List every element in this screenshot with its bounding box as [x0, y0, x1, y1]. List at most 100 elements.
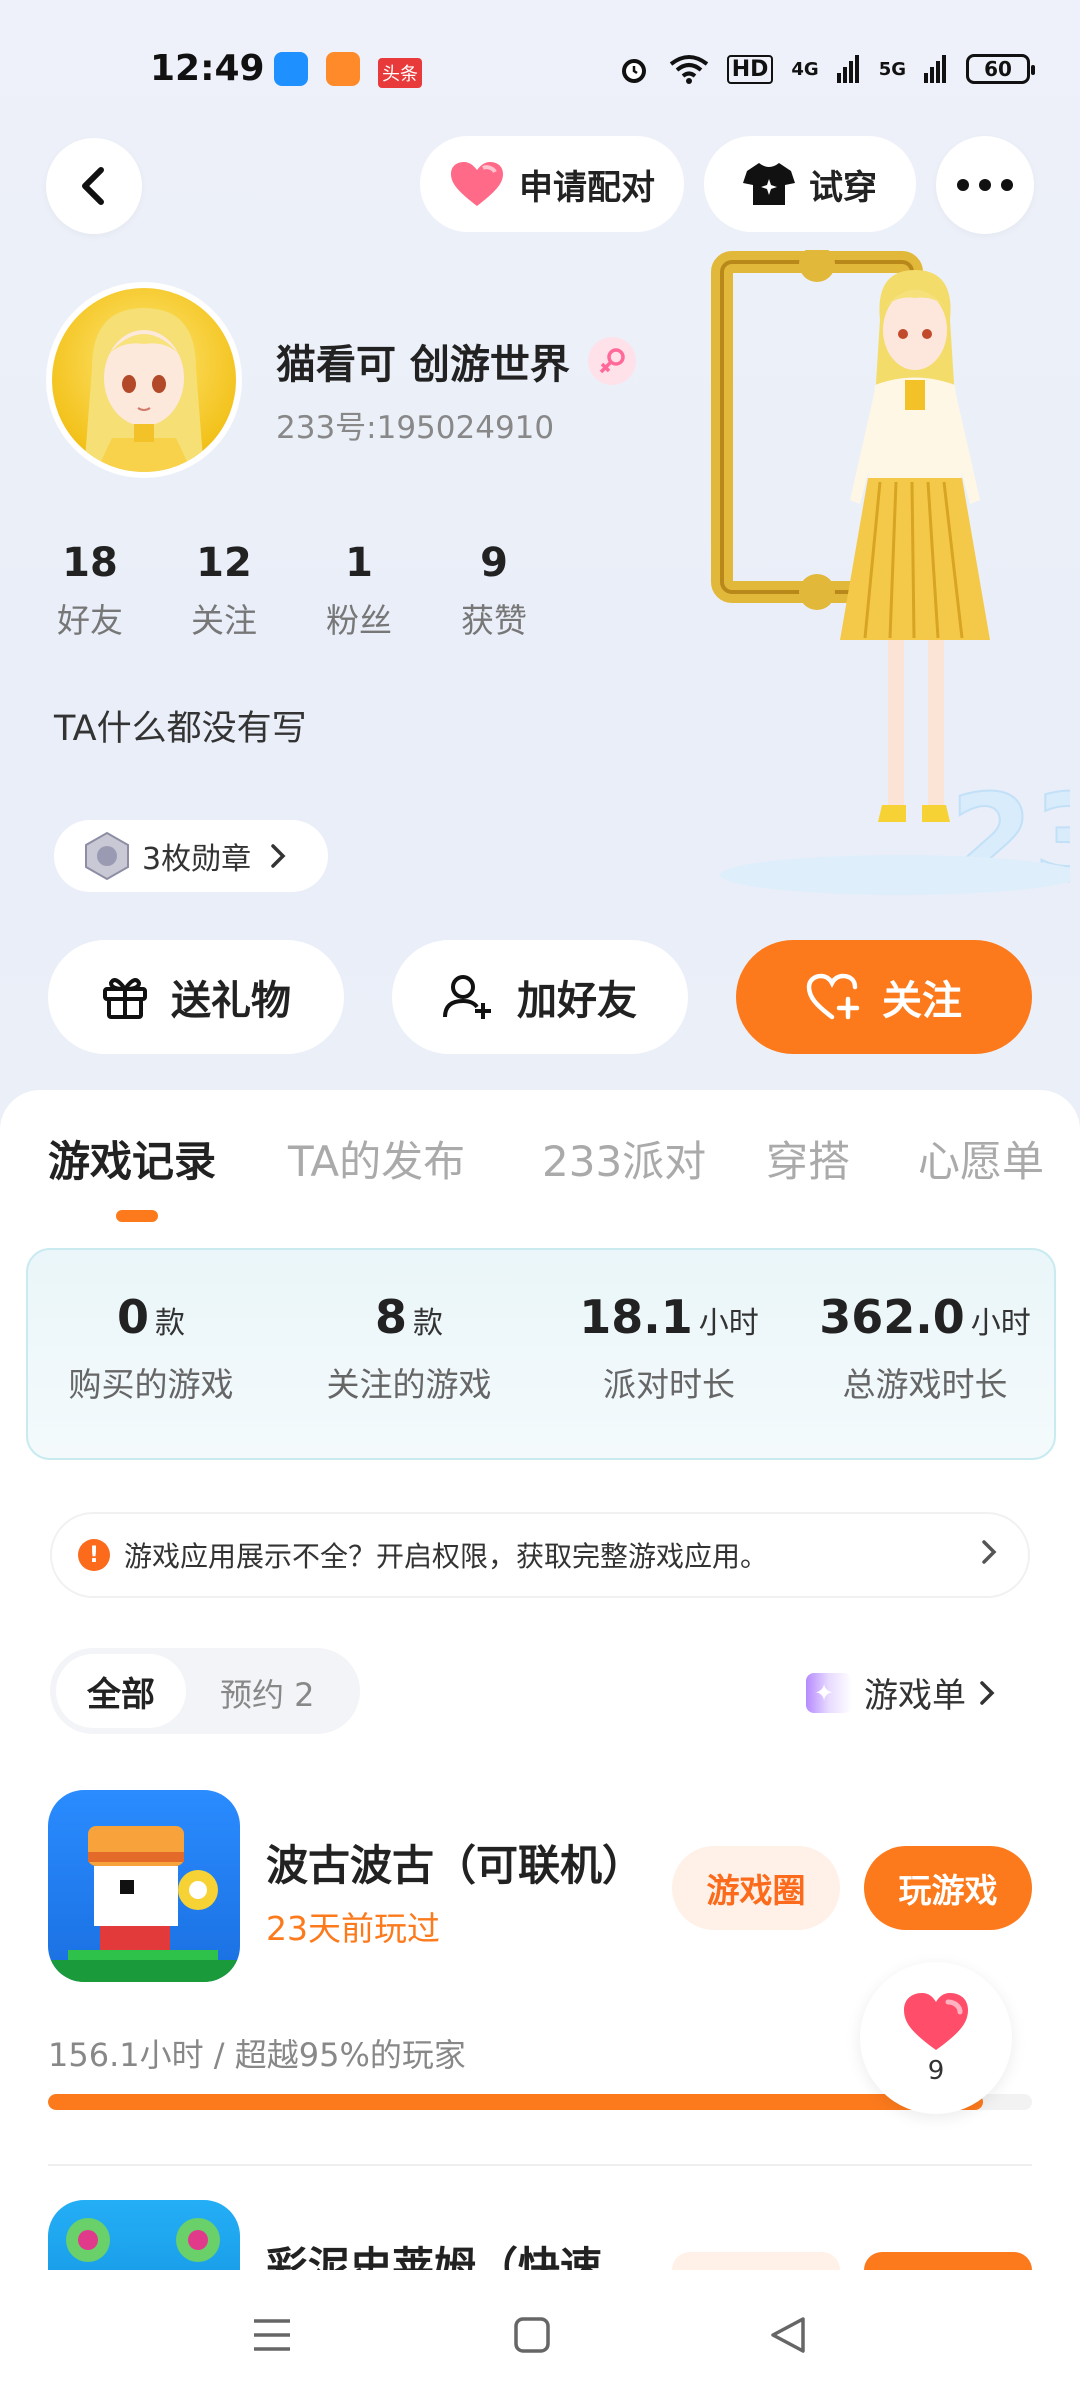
- sparkle-icon: ✦: [806, 1672, 852, 1713]
- game-icon-image: [66, 2218, 220, 2262]
- game-last-played: 23天前玩过: [266, 1909, 440, 1948]
- back-triangle-icon: [771, 2317, 805, 2353]
- filter-reserved[interactable]: 预约 2: [220, 1670, 315, 1716]
- stat-unit: 款: [413, 1306, 443, 1341]
- permission-notice[interactable]: ! 游戏应用展示不全？开启权限，获取完整游戏应用。: [50, 1512, 1030, 1598]
- stat-value: 9: [480, 540, 508, 586]
- match-label: 申请配对: [519, 167, 655, 208]
- gift-icon: [103, 978, 147, 1019]
- home-square-icon: [514, 2317, 550, 2353]
- play-game-button[interactable]: 玩游戏: [864, 1846, 1032, 1930]
- tab-game-records[interactable]: 游戏记录: [48, 1128, 216, 1189]
- nav-menu-button[interactable]: [242, 2310, 302, 2360]
- play-game-button[interactable]: [864, 2252, 1032, 2270]
- stat-likes[interactable]: 9 获赞: [434, 540, 554, 642]
- chevron-right-icon: [980, 1680, 995, 1705]
- stat-value: 8: [374, 1290, 407, 1344]
- send-gift-button[interactable]: 送礼物: [48, 940, 344, 1054]
- stat-label: 关注的游戏: [326, 1365, 492, 1404]
- stat-following[interactable]: 12 关注: [164, 540, 284, 642]
- network-4g: 4G: [791, 58, 819, 80]
- tab-ta-posts[interactable]: TA的发布: [288, 1128, 465, 1189]
- tab-outfits[interactable]: 穿搭: [766, 1128, 850, 1189]
- profile-name-row: 猫看可 创游世界: [276, 332, 636, 390]
- status-bar: 12:49 头条 HD 4G 5G 60: [0, 0, 1080, 130]
- notification-app-icon: [274, 52, 308, 86]
- playtime-progress-fill: [48, 2094, 983, 2110]
- hd-indicator: HD: [726, 54, 774, 84]
- follow-button[interactable]: 关注: [736, 940, 1032, 1054]
- stat-label: 粉丝: [326, 601, 392, 640]
- network-5g: 5G: [878, 58, 906, 80]
- send-gift-label: 送礼物: [171, 978, 291, 1024]
- like-button[interactable]: 9: [860, 1962, 1012, 2114]
- more-horizontal-icon: [957, 179, 1013, 191]
- stat-label: 总游戏时长: [842, 1365, 1008, 1404]
- stat-label: 购买的游戏: [68, 1365, 234, 1404]
- female-icon: [587, 337, 636, 385]
- game-list-label: 游戏单: [864, 1676, 966, 1716]
- stat-value-row: 18.1 小时: [544, 1290, 794, 1344]
- stat-purchased-games: 0款 购买的游戏: [26, 1290, 276, 1406]
- warning-icon: !: [78, 1539, 110, 1571]
- tshirt-icon: [743, 163, 795, 205]
- nav-back-button[interactable]: [758, 2310, 818, 2360]
- back-button[interactable]: [46, 138, 142, 234]
- tab-wishlist[interactable]: 心愿单: [918, 1128, 1044, 1189]
- medal-button[interactable]: 3枚勋章: [54, 820, 328, 892]
- try-on-button[interactable]: 试穿: [704, 136, 916, 232]
- menu-icon: [254, 2319, 290, 2351]
- medal-icon: [85, 831, 129, 881]
- avatar-image: [84, 308, 204, 472]
- stat-friends[interactable]: 18 好友: [30, 540, 150, 642]
- playtime-progress: [48, 2094, 1032, 2110]
- more-button[interactable]: [936, 136, 1034, 234]
- notification-app-icon: [326, 52, 360, 86]
- stat-value: 362.0: [819, 1290, 965, 1344]
- follow-label: 关注: [882, 978, 962, 1024]
- add-user-icon: [443, 975, 491, 1019]
- tab-indicator: [116, 1210, 158, 1222]
- match-button[interactable]: 申请配对: [420, 136, 684, 232]
- game-playtime-stat: 156.1小时 / 超越95%的玩家: [48, 2036, 466, 2074]
- game-list-link[interactable]: ✦ 游戏单: [806, 1668, 996, 1717]
- stat-value: 18.1: [579, 1290, 693, 1344]
- stat-fans[interactable]: 1 粉丝: [299, 540, 419, 642]
- battery-icon: 60: [966, 54, 1035, 84]
- game-icon[interactable]: [48, 1790, 240, 1982]
- notice-text: 游戏应用展示不全？开启权限，获取完整游戏应用。: [124, 1540, 769, 1573]
- game-title: 波古波古（可联机）: [266, 1841, 645, 1890]
- status-time: 12:49: [150, 48, 265, 89]
- avatar[interactable]: [46, 282, 242, 478]
- bio-text: TA什么都没有写: [54, 709, 307, 749]
- stat-unit: 款: [155, 1306, 185, 1341]
- heart-plus-icon: [806, 973, 860, 1020]
- signal-icon: [924, 55, 946, 83]
- stat-value-row: 0款: [26, 1290, 276, 1344]
- stat-label: 派对时长: [603, 1365, 735, 1404]
- heart-icon: [904, 1993, 968, 2050]
- game-icon-image: [48, 1826, 240, 1982]
- signal-icon: [836, 55, 859, 83]
- game-icon[interactable]: [48, 2200, 240, 2270]
- game-circle-button[interactable]: 游戏圈: [672, 1846, 840, 1930]
- game-circle-button[interactable]: [672, 2252, 840, 2270]
- tab-233-party[interactable]: 233派对: [542, 1128, 706, 1189]
- stat-party-hours: 18.1 小时 派对时长: [544, 1290, 794, 1406]
- stat-label: 好友: [57, 601, 123, 640]
- game-title: 彩泥史莱姆（快速: [266, 2244, 603, 2270]
- stat-value: 0: [116, 1290, 149, 1344]
- filter-all[interactable]: 全部: [56, 1654, 186, 1728]
- wifi-icon: [669, 55, 708, 84]
- chevron-right-icon: [982, 1540, 997, 1564]
- profile-name: 猫看可 创游世界: [276, 342, 570, 388]
- avatar-3d-figure[interactable]: 233: [700, 250, 1070, 910]
- try-on-label: 试穿: [809, 167, 877, 208]
- medal-label: 3枚勋章: [142, 842, 252, 877]
- like-count: 9: [927, 2056, 945, 2086]
- stat-label: 获赞: [461, 601, 527, 640]
- nav-home-button[interactable]: [502, 2310, 562, 2360]
- stat-value: 18: [62, 540, 118, 586]
- add-friend-button[interactable]: 加好友: [392, 940, 688, 1054]
- stat-followed-games: 8款 关注的游戏: [284, 1290, 534, 1406]
